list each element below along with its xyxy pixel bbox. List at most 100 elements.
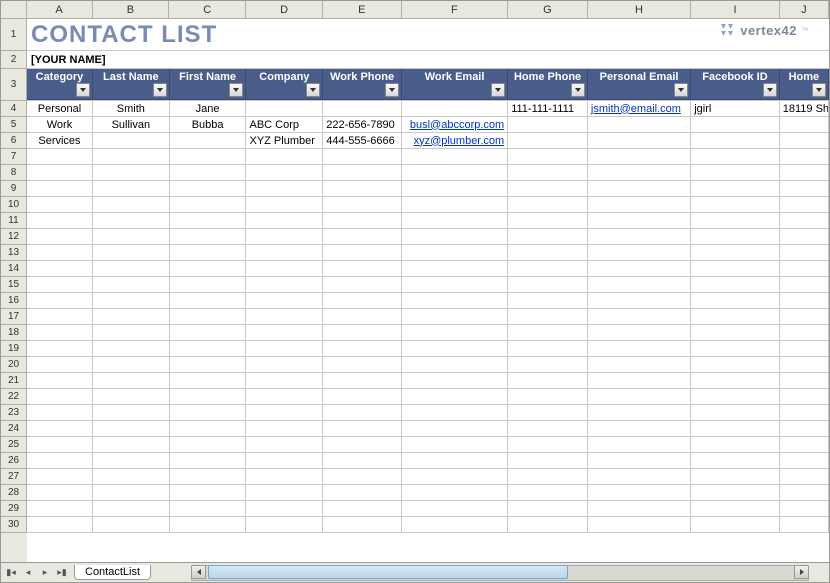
cell[interactable]: jsmith@email.com [588, 101, 691, 116]
cell[interactable] [588, 245, 691, 260]
cell[interactable] [588, 485, 691, 500]
cell[interactable] [93, 453, 170, 468]
cell[interactable] [588, 133, 691, 148]
cell[interactable] [780, 261, 829, 276]
your-name-cell[interactable]: [YOUR NAME] [27, 51, 827, 68]
cell[interactable] [588, 373, 691, 388]
cell[interactable] [93, 341, 170, 356]
cell[interactable] [323, 405, 402, 420]
cell[interactable] [588, 501, 691, 516]
cell[interactable] [691, 357, 780, 372]
column-header-last-name[interactable]: Last Name [93, 69, 170, 100]
cell[interactable] [508, 117, 588, 132]
cell[interactable] [780, 277, 829, 292]
cell[interactable] [246, 453, 323, 468]
cell[interactable] [93, 181, 170, 196]
cell[interactable] [27, 165, 93, 180]
cell[interactable] [780, 149, 829, 164]
cell[interactable] [588, 357, 691, 372]
row-number[interactable]: 22 [1, 389, 27, 405]
cell[interactable] [323, 341, 402, 356]
row-number[interactable]: 16 [1, 293, 27, 309]
cell[interactable] [402, 501, 508, 516]
cell[interactable] [170, 373, 247, 388]
column-header-category[interactable]: Category [27, 69, 93, 100]
col-letter[interactable]: I [691, 1, 780, 18]
cell[interactable] [588, 405, 691, 420]
cell[interactable] [170, 341, 247, 356]
cell[interactable] [402, 245, 508, 260]
cell[interactable] [93, 277, 170, 292]
cell[interactable] [402, 405, 508, 420]
cell[interactable] [93, 261, 170, 276]
row-number[interactable]: 30 [1, 517, 27, 533]
row-number[interactable]: 18 [1, 325, 27, 341]
column-header-personal-email[interactable]: Personal Email [588, 69, 691, 100]
cell[interactable] [691, 181, 780, 196]
col-letter[interactable]: F [402, 1, 508, 18]
cell[interactable]: ABC Corp [246, 117, 323, 132]
cell[interactable] [691, 341, 780, 356]
cell[interactable] [246, 517, 323, 532]
cell[interactable] [402, 149, 508, 164]
cell[interactable] [323, 229, 402, 244]
filter-dropdown-button[interactable] [306, 83, 320, 97]
horizontal-scrollbar[interactable] [191, 565, 809, 581]
cell[interactable] [323, 197, 402, 212]
cell[interactable] [780, 389, 829, 404]
cell[interactable] [93, 309, 170, 324]
cell[interactable] [27, 341, 93, 356]
cell[interactable] [402, 485, 508, 500]
cell[interactable] [27, 197, 93, 212]
cell[interactable] [246, 165, 323, 180]
cell[interactable] [323, 485, 402, 500]
scroll-thumb[interactable] [208, 565, 568, 579]
cell[interactable] [93, 373, 170, 388]
cell[interactable]: Services [27, 133, 93, 148]
cell[interactable]: Bubba [170, 117, 247, 132]
cell[interactable] [588, 389, 691, 404]
cell[interactable] [402, 341, 508, 356]
cell[interactable] [27, 181, 93, 196]
cell[interactable] [691, 389, 780, 404]
cell[interactable] [93, 245, 170, 260]
cell[interactable] [402, 389, 508, 404]
cell[interactable] [323, 101, 402, 116]
cell[interactable] [93, 325, 170, 340]
cell[interactable] [27, 293, 93, 308]
cell[interactable] [691, 117, 780, 132]
cell[interactable] [27, 453, 93, 468]
cell[interactable] [691, 485, 780, 500]
cell[interactable] [588, 517, 691, 532]
cell[interactable] [93, 437, 170, 452]
cell[interactable] [27, 357, 93, 372]
cell[interactable]: Smith [93, 101, 170, 116]
cell[interactable] [780, 309, 829, 324]
cell[interactable] [27, 149, 93, 164]
cell[interactable] [691, 453, 780, 468]
cell[interactable] [323, 277, 402, 292]
row-number[interactable]: 13 [1, 245, 27, 261]
column-header-home-phone[interactable]: Home Phone [508, 69, 588, 100]
cell[interactable] [323, 245, 402, 260]
cell[interactable] [170, 421, 247, 436]
cell[interactable] [402, 213, 508, 228]
cell[interactable]: Personal [27, 101, 93, 116]
tab-next-button[interactable]: ▸ [37, 565, 53, 581]
cell[interactable] [691, 133, 780, 148]
cell[interactable] [246, 213, 323, 228]
filter-dropdown-button[interactable] [229, 83, 243, 97]
row-number[interactable]: 9 [1, 181, 27, 197]
column-header-facebook-id[interactable]: Facebook ID [691, 69, 780, 100]
cell[interactable] [246, 293, 323, 308]
cell[interactable]: XYZ Plumber [246, 133, 323, 148]
cell[interactable] [780, 485, 829, 500]
row-number[interactable]: 25 [1, 437, 27, 453]
cell[interactable]: Jane [170, 101, 247, 116]
cell[interactable] [170, 469, 247, 484]
cell[interactable] [588, 469, 691, 484]
cell[interactable] [323, 501, 402, 516]
cell[interactable] [588, 197, 691, 212]
cell[interactable] [588, 453, 691, 468]
cell[interactable] [246, 373, 323, 388]
